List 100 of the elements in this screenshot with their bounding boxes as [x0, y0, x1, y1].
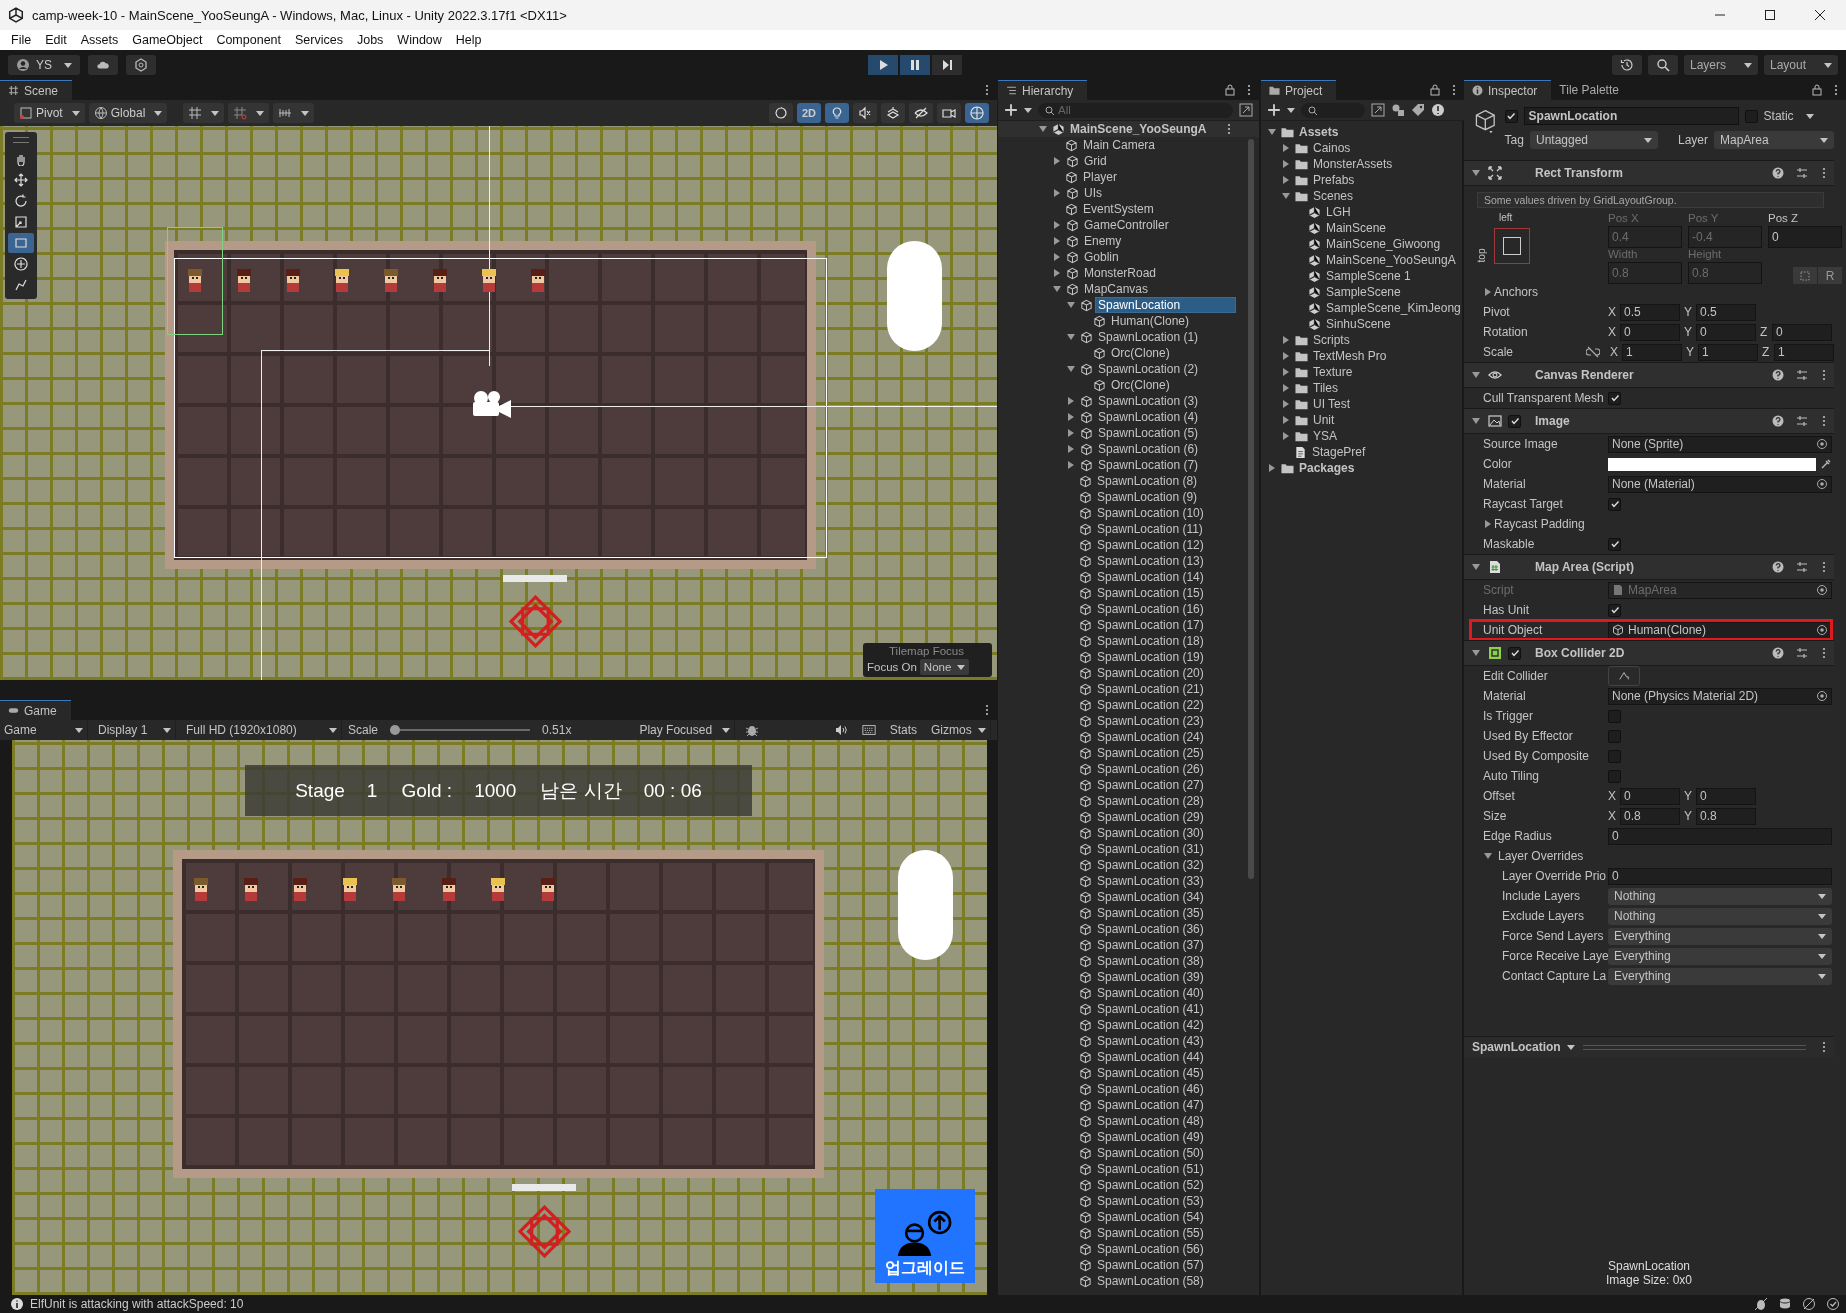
hierarchy-item[interactable]: Goblin: [1082, 250, 1121, 264]
hierarchy-item[interactable]: SpawnLocation (13): [1095, 554, 1206, 568]
database-icon[interactable]: [1778, 1297, 1792, 1311]
lock-icon[interactable]: [1812, 84, 1822, 96]
hierarchy-item[interactable]: SpawnLocation (41): [1095, 1002, 1206, 1016]
object-field[interactable]: None (Sprite): [1608, 435, 1832, 453]
slider-thumb[interactable]: [390, 725, 401, 735]
hierarchy-item[interactable]: SpawnLocation (8): [1095, 474, 1200, 488]
tag-icon[interactable]: [1411, 103, 1425, 117]
expand-arrow[interactable]: [1054, 189, 1060, 197]
object-field[interactable]: Human(Clone): [1608, 621, 1832, 639]
hierarchy-item[interactable]: SpawnLocation (27): [1095, 778, 1206, 792]
foldout-label[interactable]: Raycast Padding: [1494, 517, 1585, 531]
gizmos-toggle[interactable]: [965, 103, 989, 123]
layout-dropdown[interactable]: Layout: [1764, 55, 1838, 75]
layer-mask-dropdown[interactable]: Everything: [1608, 947, 1832, 965]
audio-toggle[interactable]: [853, 103, 877, 123]
hierarchy-item[interactable]: SpawnLocation (24): [1095, 730, 1206, 744]
menu-icon[interactable]: [1822, 167, 1826, 179]
checkbox[interactable]: [1608, 497, 1621, 511]
number-field[interactable]: 0.5: [1620, 303, 1680, 321]
menu-item[interactable]: Component: [209, 33, 288, 47]
hierarchy-item[interactable]: SpawnLocation (3): [1096, 394, 1201, 408]
menu-item[interactable]: Window: [390, 33, 449, 47]
expand-arrow[interactable]: [1054, 157, 1060, 165]
hierarchy-item[interactable]: Player: [1081, 170, 1119, 184]
project-tab[interactable]: Project: [1261, 80, 1337, 100]
game-tab[interactable]: Game: [0, 700, 71, 720]
expand-arrow[interactable]: [1068, 445, 1074, 453]
number-field[interactable]: 0: [1620, 787, 1680, 805]
target-icon[interactable]: [1816, 690, 1828, 702]
hierarchy-item[interactable]: SpawnLocation (47): [1095, 1098, 1206, 1112]
expand-arrow[interactable]: [1283, 416, 1289, 424]
menu-icon[interactable]: [1452, 84, 1456, 96]
hierarchy-item[interactable]: SpawnLocation (21): [1095, 682, 1206, 696]
hierarchy-item[interactable]: GameController: [1082, 218, 1171, 232]
lighting-toggle[interactable]: [825, 103, 849, 123]
close-icon[interactable]: [1814, 9, 1826, 21]
menu-icon[interactable]: [1822, 561, 1826, 573]
increment-snap-button[interactable]: [228, 103, 270, 123]
hierarchy-item[interactable]: SpawnLocation (43): [1095, 1034, 1206, 1048]
help-icon[interactable]: [1772, 561, 1784, 573]
expand-arrow[interactable]: [1039, 126, 1047, 132]
help-icon[interactable]: [1772, 369, 1784, 381]
raw-edit-button[interactable]: R: [1818, 267, 1842, 284]
hierarchy-item[interactable]: SpawnLocation (18): [1095, 634, 1206, 648]
foldout-label[interactable]: Anchors: [1494, 285, 1539, 299]
hierarchy-item[interactable]: SpawnLocation (34): [1095, 890, 1206, 904]
sliders-icon[interactable]: [1796, 561, 1808, 573]
hierarchy-item[interactable]: SpawnLocation (16): [1095, 602, 1206, 616]
expand-arrow[interactable]: [1485, 288, 1491, 296]
gizmos-dropdown[interactable]: Gizmos: [927, 721, 991, 739]
filter-window-icon[interactable]: [1371, 103, 1385, 117]
hierarchy-item[interactable]: SpawnLocation (25): [1095, 746, 1206, 760]
target-icon[interactable]: [1816, 624, 1828, 636]
search-field[interactable]: All: [1038, 102, 1233, 118]
component-header[interactable]: Box Collider 2D: [1464, 640, 1834, 666]
hierarchy-item[interactable]: Enemy: [1082, 234, 1124, 248]
project-item[interactable]: Assets: [1297, 125, 1341, 139]
expand-arrow[interactable]: [1283, 160, 1289, 168]
caret-icon[interactable]: [1805, 113, 1814, 119]
project-item[interactable]: MonsterAssets: [1311, 157, 1395, 171]
menu-icon[interactable]: [1822, 647, 1826, 659]
dimension-toggle[interactable]: 2D: [796, 103, 821, 123]
hierarchy-item[interactable]: SpawnLocation (2): [1096, 362, 1201, 376]
expand-arrow[interactable]: [1484, 853, 1492, 859]
hierarchy-item[interactable]: EventSystem: [1081, 202, 1156, 216]
hierarchy-item[interactable]: MapCanvas: [1082, 282, 1151, 296]
account-button[interactable]: YS: [8, 55, 80, 75]
project-item[interactable]: UI Test: [1311, 397, 1353, 411]
hierarchy-item[interactable]: SpawnLocation (5): [1096, 426, 1201, 440]
hierarchy-item[interactable]: SpawnLocation (14): [1095, 570, 1206, 584]
project-item[interactable]: Texture: [1311, 365, 1355, 379]
hierarchy-item[interactable]: SpawnLocation (33): [1095, 874, 1206, 888]
active-checkbox[interactable]: [1504, 109, 1518, 123]
resolution-dropdown[interactable]: Full HD (1920x1080): [182, 721, 342, 739]
hierarchy-item[interactable]: SpawnLocation (35): [1095, 906, 1206, 920]
menu-item[interactable]: Jobs: [349, 33, 391, 47]
target-icon[interactable]: [1816, 438, 1828, 450]
lock-icon[interactable]: [1430, 84, 1440, 96]
project-item[interactable]: MainScene: [1324, 221, 1389, 235]
hierarchy-item[interactable]: MonsterRoad: [1082, 266, 1159, 280]
hierarchy-item[interactable]: SpawnLocation (45): [1095, 1066, 1206, 1080]
color-swatch[interactable]: [1608, 457, 1816, 471]
expand-arrow[interactable]: [1067, 302, 1075, 308]
expand-arrow[interactable]: [1283, 144, 1289, 152]
hierarchy-item[interactable]: SpawnLocation (57): [1095, 1258, 1206, 1272]
hierarchy-item[interactable]: SpawnLocation (44): [1095, 1050, 1206, 1064]
number-field[interactable]: 0: [1620, 323, 1680, 341]
component-header[interactable]: Image: [1464, 408, 1834, 434]
hierarchy-item[interactable]: SpawnLocation (11): [1095, 522, 1205, 536]
hierarchy-tab[interactable]: Hierarchy: [998, 80, 1088, 100]
project-item[interactable]: Scripts: [1311, 333, 1352, 347]
hierarchy-item[interactable]: SpawnLocation (19): [1095, 650, 1206, 664]
hierarchy-item[interactable]: SpawnLocation (29): [1095, 810, 1206, 824]
number-field[interactable]: 1: [1622, 343, 1682, 361]
menu-icon[interactable]: [1822, 369, 1826, 381]
component-header[interactable]: Rect Transform: [1464, 160, 1834, 186]
hierarchy-item[interactable]: SpawnLocation (30): [1095, 826, 1206, 840]
pause-button[interactable]: [900, 55, 930, 75]
